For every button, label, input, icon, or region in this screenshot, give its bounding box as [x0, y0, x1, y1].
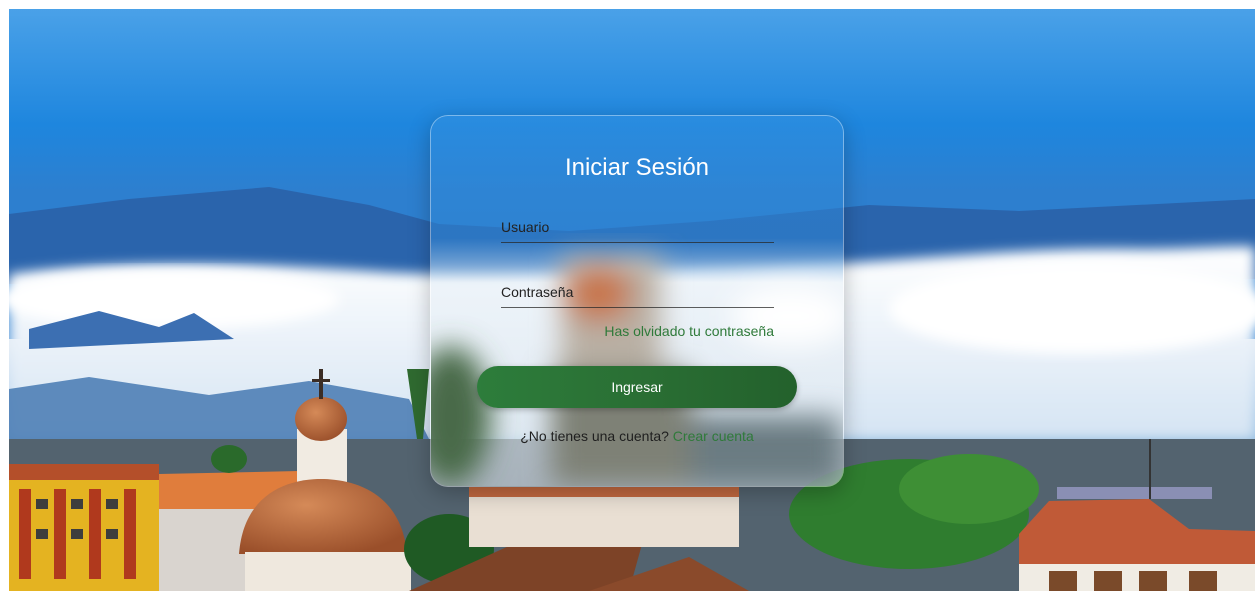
password-input[interactable]: Contraseña [501, 277, 774, 308]
create-account-link[interactable]: Crear cuenta [673, 428, 754, 444]
signup-prompt: ¿No tienes una cuenta? [520, 428, 669, 444]
forgot-password-link[interactable]: Has olvidado tu contraseña [604, 323, 774, 339]
login-title: Iniciar Sesión [564, 154, 710, 181]
background-photo: Iniciar Sesión Usuario Contraseña Has ol… [9, 9, 1255, 591]
login-submit-button[interactable]: Ingresar [477, 366, 797, 408]
login-card: Iniciar Sesión Usuario Contraseña Has ol… [430, 115, 844, 487]
username-input[interactable]: Usuario [501, 212, 774, 243]
signup-row: ¿No tienes una cuenta? Crear cuenta [431, 428, 843, 444]
